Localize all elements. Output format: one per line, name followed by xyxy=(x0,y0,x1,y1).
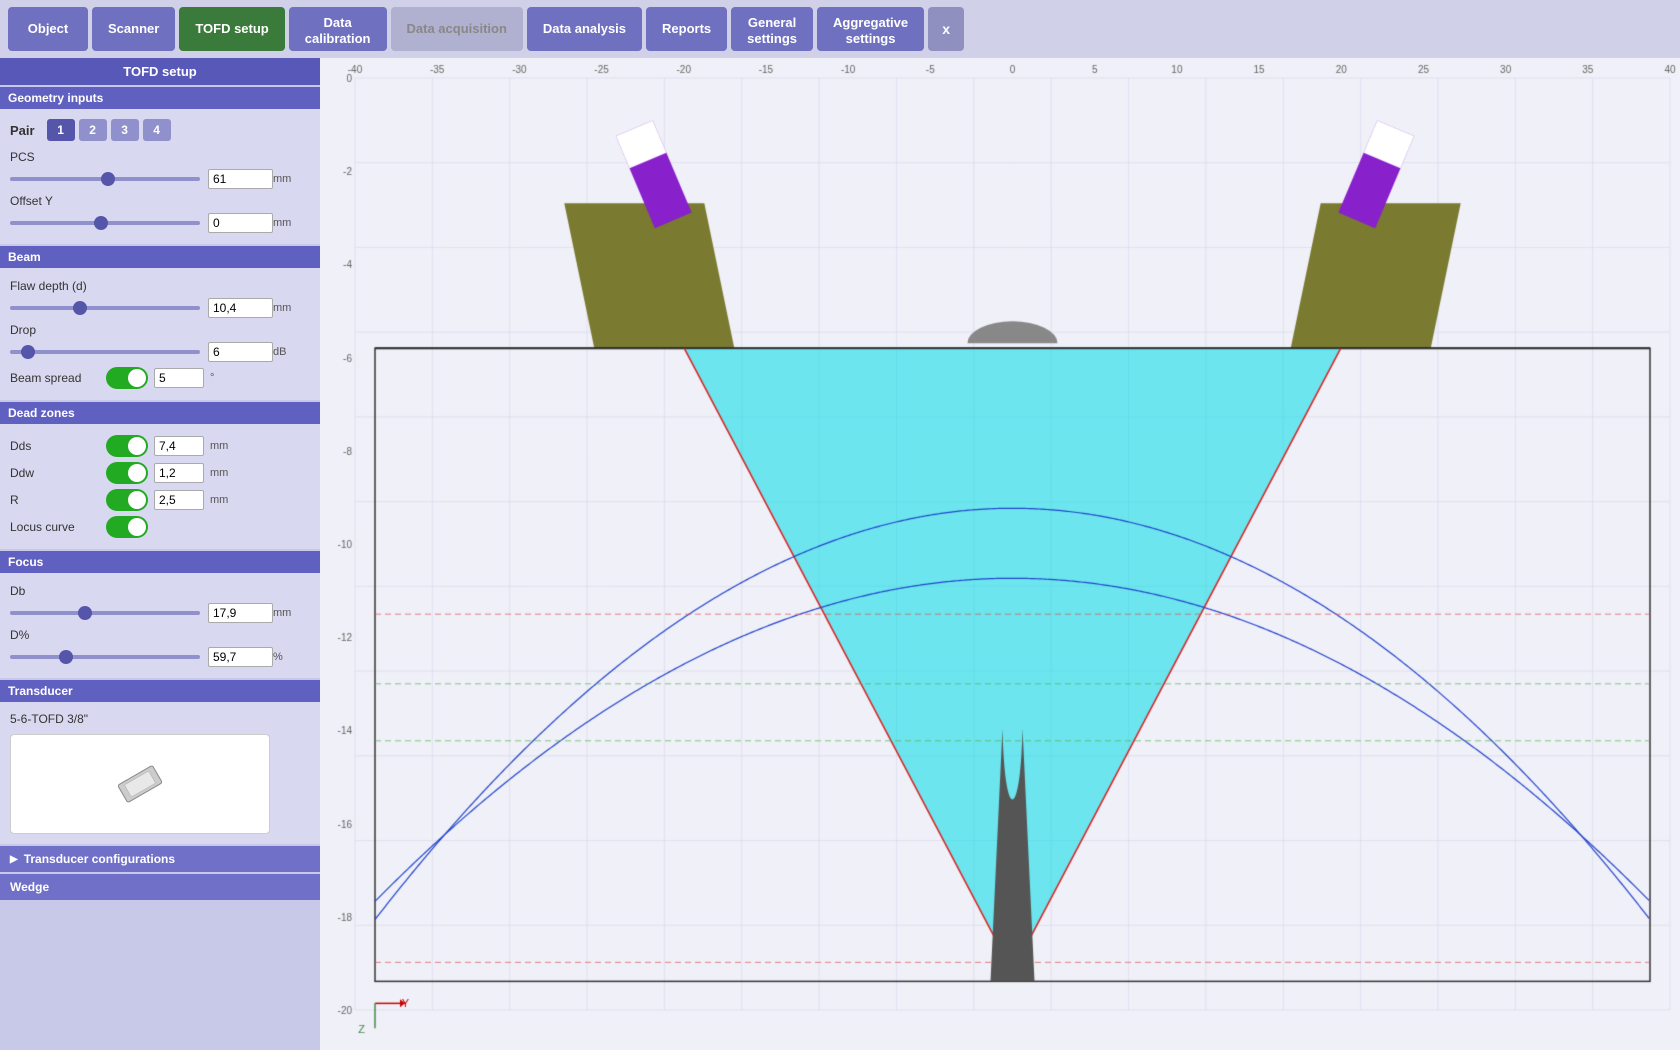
dpct-label: D% xyxy=(10,628,100,642)
dpct-slider[interactable] xyxy=(10,655,200,659)
transducer-content: 5-6-TOFD 3/8" xyxy=(0,702,320,844)
beam-spread-input[interactable] xyxy=(154,368,204,388)
r-input[interactable] xyxy=(154,490,204,510)
beam-header: Beam xyxy=(0,246,320,268)
dpct-input[interactable] xyxy=(208,647,273,667)
db-label: Db xyxy=(10,584,100,598)
wedge-label: Wedge xyxy=(10,880,49,894)
drop-row: Drop xyxy=(10,323,310,337)
ddw-input[interactable] xyxy=(154,463,204,483)
dds-unit: mm xyxy=(210,440,228,452)
offset-y-row: Offset Y xyxy=(10,194,310,208)
db-input[interactable] xyxy=(208,603,273,623)
r-label: R xyxy=(10,493,100,507)
beam-spread-row: Beam spread ° xyxy=(10,367,310,389)
main-layout: TOFD setup Geometry inputs Pair 1 2 3 4 … xyxy=(0,58,1680,1050)
nav-aggregative-settings-button[interactable]: Aggregative settings xyxy=(817,7,924,51)
flaw-depth-input[interactable] xyxy=(208,298,273,318)
transducer-configurations-collapsible[interactable]: ▶ Transducer configurations xyxy=(0,846,320,872)
pair-btn-3[interactable]: 3 xyxy=(111,119,139,141)
dpct-slider-container: % xyxy=(10,647,310,667)
db-slider-container: mm xyxy=(10,603,310,623)
drop-slider[interactable] xyxy=(10,350,200,354)
ddw-row: Ddw mm xyxy=(10,462,310,484)
flaw-depth-label: Flaw depth (d) xyxy=(10,279,100,293)
beam-spread-toggle[interactable] xyxy=(106,367,148,389)
visualization-area xyxy=(320,58,1680,1050)
nav-tofd-setup-button[interactable]: TOFD setup xyxy=(179,7,284,51)
transducer-header: Transducer xyxy=(0,680,320,702)
flaw-depth-unit: mm xyxy=(273,302,291,314)
nav-data-analysis-button[interactable]: Data analysis xyxy=(527,7,642,51)
db-label-row: Db xyxy=(10,584,310,598)
db-unit: mm xyxy=(273,607,291,619)
pair-btn-4[interactable]: 4 xyxy=(143,119,171,141)
ddw-toggle[interactable] xyxy=(106,462,148,484)
nav-reports-button[interactable]: Reports xyxy=(646,7,727,51)
locus-curve-row: Locus curve xyxy=(10,516,310,538)
pcs-row: PCS xyxy=(10,150,310,164)
offset-y-slider-container: mm xyxy=(10,213,310,233)
offset-y-slider[interactable] xyxy=(10,221,200,225)
dds-row: Dds mm xyxy=(10,435,310,457)
dds-input[interactable] xyxy=(154,436,204,456)
nav-close-button[interactable]: x xyxy=(928,7,964,51)
r-row: R mm xyxy=(10,489,310,511)
offset-y-unit: mm xyxy=(273,217,291,229)
main-canvas xyxy=(320,58,1680,1050)
top-navigation: Object Scanner TOFD setup Data calibrati… xyxy=(0,0,1680,58)
dpct-unit: % xyxy=(273,651,283,663)
r-unit: mm xyxy=(210,494,228,506)
focus-content: Db mm D% % xyxy=(0,573,320,678)
pcs-unit: mm xyxy=(273,173,291,185)
beam-spread-unit: ° xyxy=(210,372,214,384)
flaw-depth-slider-container: mm xyxy=(10,298,310,318)
db-slider[interactable] xyxy=(10,611,200,615)
panel-title: TOFD setup xyxy=(0,58,320,85)
dpct-label-row: D% xyxy=(10,628,310,642)
flaw-depth-row: Flaw depth (d) xyxy=(10,279,310,293)
nav-object-button[interactable]: Object xyxy=(8,7,88,51)
pair-btn-2[interactable]: 2 xyxy=(79,119,107,141)
pcs-slider-container: mm xyxy=(10,169,310,189)
pair-label: Pair xyxy=(10,123,35,138)
ddw-unit: mm xyxy=(210,467,228,479)
dds-toggle[interactable] xyxy=(106,435,148,457)
transducer-configurations-label: Transducer configurations xyxy=(24,852,175,866)
transducer-image xyxy=(10,734,270,834)
beam-content: Flaw depth (d) mm Drop dB xyxy=(0,268,320,400)
drop-slider-container: dB xyxy=(10,342,310,362)
wedge-collapsible[interactable]: Wedge xyxy=(0,874,320,900)
focus-header: Focus xyxy=(0,551,320,573)
drop-label: Drop xyxy=(10,323,100,337)
drop-input[interactable] xyxy=(208,342,273,362)
pcs-label: PCS xyxy=(10,150,100,164)
left-panel: TOFD setup Geometry inputs Pair 1 2 3 4 … xyxy=(0,58,320,1050)
beam-spread-label: Beam spread xyxy=(10,371,100,385)
drop-unit: dB xyxy=(273,346,286,358)
pair-selector: Pair 1 2 3 4 xyxy=(10,115,310,145)
nav-scanner-button[interactable]: Scanner xyxy=(92,7,175,51)
nav-general-settings-button[interactable]: General settings xyxy=(731,7,813,51)
flaw-depth-slider[interactable] xyxy=(10,306,200,310)
locus-curve-label: Locus curve xyxy=(10,520,100,534)
ddw-label: Ddw xyxy=(10,466,100,480)
locus-curve-toggle[interactable] xyxy=(106,516,148,538)
pcs-slider[interactable] xyxy=(10,177,200,181)
nav-data-acquisition-button: Data acquisition xyxy=(391,7,523,51)
dead-zones-content: Dds mm Ddw mm R mm Locus curve xyxy=(0,424,320,549)
geometry-inputs-header: Geometry inputs xyxy=(0,87,320,109)
offset-y-input[interactable] xyxy=(208,213,273,233)
offset-y-label: Offset Y xyxy=(10,194,100,208)
geometry-inputs-content: Pair 1 2 3 4 PCS mm Offset Y xyxy=(0,109,320,244)
nav-data-calibration-button[interactable]: Data calibration xyxy=(289,7,387,51)
pcs-input[interactable] xyxy=(208,169,273,189)
transducer-configurations-arrow: ▶ xyxy=(10,854,18,865)
pair-btn-1[interactable]: 1 xyxy=(47,119,75,141)
r-toggle[interactable] xyxy=(106,489,148,511)
dds-label: Dds xyxy=(10,439,100,453)
dead-zones-header: Dead zones xyxy=(0,402,320,424)
transducer-name: 5-6-TOFD 3/8" xyxy=(10,708,310,730)
